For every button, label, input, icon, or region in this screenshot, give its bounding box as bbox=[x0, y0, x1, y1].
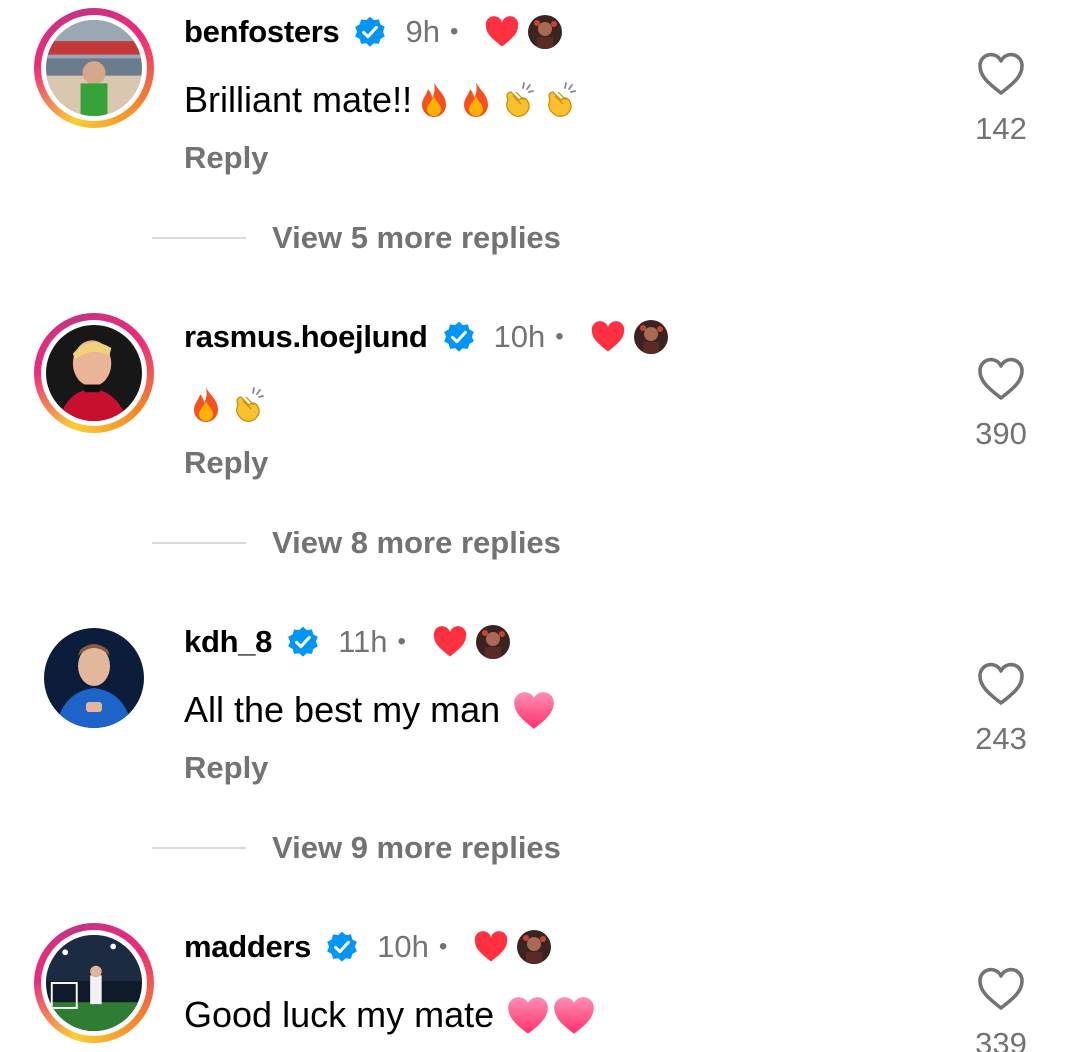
divider bbox=[152, 847, 246, 849]
divider bbox=[152, 237, 246, 239]
separator: • bbox=[555, 323, 564, 350]
avatar-container[interactable] bbox=[34, 618, 154, 738]
author-avatar bbox=[528, 15, 563, 49]
verified-badge-icon bbox=[355, 16, 386, 47]
view-more-replies-label: View 8 more replies bbox=[272, 525, 561, 560]
fire-icon bbox=[194, 387, 218, 422]
heart-outline-icon[interactable] bbox=[977, 662, 1025, 706]
like-count: 339 bbox=[975, 1026, 1027, 1052]
red-heart-icon bbox=[486, 16, 519, 47]
username[interactable]: madders bbox=[184, 929, 311, 965]
comment: kdh_8 11h • All the best my man Reply 24… bbox=[0, 610, 1080, 915]
divider bbox=[152, 542, 246, 544]
verified-badge-icon bbox=[288, 626, 318, 657]
pink-heart-icon bbox=[508, 997, 548, 1034]
like-count: 243 bbox=[975, 721, 1027, 756]
timestamp: 10h bbox=[377, 929, 429, 964]
pink-heart-icon bbox=[554, 997, 594, 1034]
heart-outline-icon[interactable] bbox=[977, 52, 1025, 96]
view-more-replies-label: View 5 more replies bbox=[272, 220, 561, 255]
view-more-replies[interactable]: View 8 more replies bbox=[152, 525, 561, 561]
author-avatar bbox=[633, 320, 668, 354]
heart-outline-icon[interactable] bbox=[977, 967, 1025, 1011]
username[interactable]: rasmus.hoejlund bbox=[184, 319, 428, 355]
separator: • bbox=[449, 18, 459, 45]
separator: • bbox=[438, 933, 448, 960]
verified-badge-icon bbox=[327, 931, 357, 962]
author-avatar bbox=[517, 930, 552, 964]
view-more-replies[interactable]: View 9 more replies bbox=[152, 830, 561, 866]
clap-icon bbox=[548, 82, 576, 117]
view-more-replies[interactable]: View 5 more replies bbox=[152, 220, 561, 256]
red-heart-icon bbox=[475, 931, 508, 962]
timestamp: 9h bbox=[405, 14, 440, 49]
story-ring[interactable] bbox=[34, 313, 154, 433]
avatar[interactable] bbox=[46, 935, 142, 1031]
fire-icon bbox=[422, 82, 447, 117]
clap-icon bbox=[236, 387, 264, 422]
timestamp: 11h bbox=[338, 624, 388, 659]
timestamp: 10h bbox=[493, 319, 546, 354]
red-heart-icon bbox=[433, 626, 467, 657]
separator: • bbox=[397, 628, 406, 655]
story-ring[interactable] bbox=[34, 8, 154, 128]
reply-button[interactable]: Reply bbox=[184, 750, 268, 786]
avatar[interactable] bbox=[44, 628, 144, 728]
comment: rasmus.hoejlund 10h • Reply 390 View 8 m… bbox=[0, 305, 1080, 610]
username[interactable]: kdh_8 bbox=[184, 624, 272, 660]
comment: madders 10h • Good luck my mate 339 bbox=[0, 915, 1080, 1052]
verified-badge-icon bbox=[443, 321, 474, 352]
reply-button[interactable]: Reply bbox=[184, 445, 268, 481]
comment: benfosters 9h • Brilliant mate!! Reply 1… bbox=[0, 0, 1080, 305]
reply-button[interactable]: Reply bbox=[184, 140, 268, 176]
red-heart-icon bbox=[591, 321, 624, 352]
like-count: 142 bbox=[975, 111, 1027, 146]
heart-outline-icon[interactable] bbox=[977, 357, 1025, 401]
comment-text: Brilliant mate!! bbox=[184, 79, 413, 120]
story-ring[interactable] bbox=[34, 923, 154, 1043]
pink-heart-icon bbox=[514, 692, 554, 729]
clap-icon bbox=[506, 82, 534, 117]
username[interactable]: benfosters bbox=[184, 14, 340, 50]
view-more-replies-label: View 9 more replies bbox=[272, 830, 561, 865]
avatar[interactable] bbox=[46, 325, 142, 421]
comment-text: Good luck my mate bbox=[184, 994, 495, 1035]
avatar[interactable] bbox=[46, 20, 142, 116]
comment-text: All the best my man bbox=[184, 689, 501, 730]
author-avatar bbox=[475, 625, 510, 659]
fire-icon bbox=[464, 82, 489, 117]
like-count: 390 bbox=[975, 416, 1027, 451]
